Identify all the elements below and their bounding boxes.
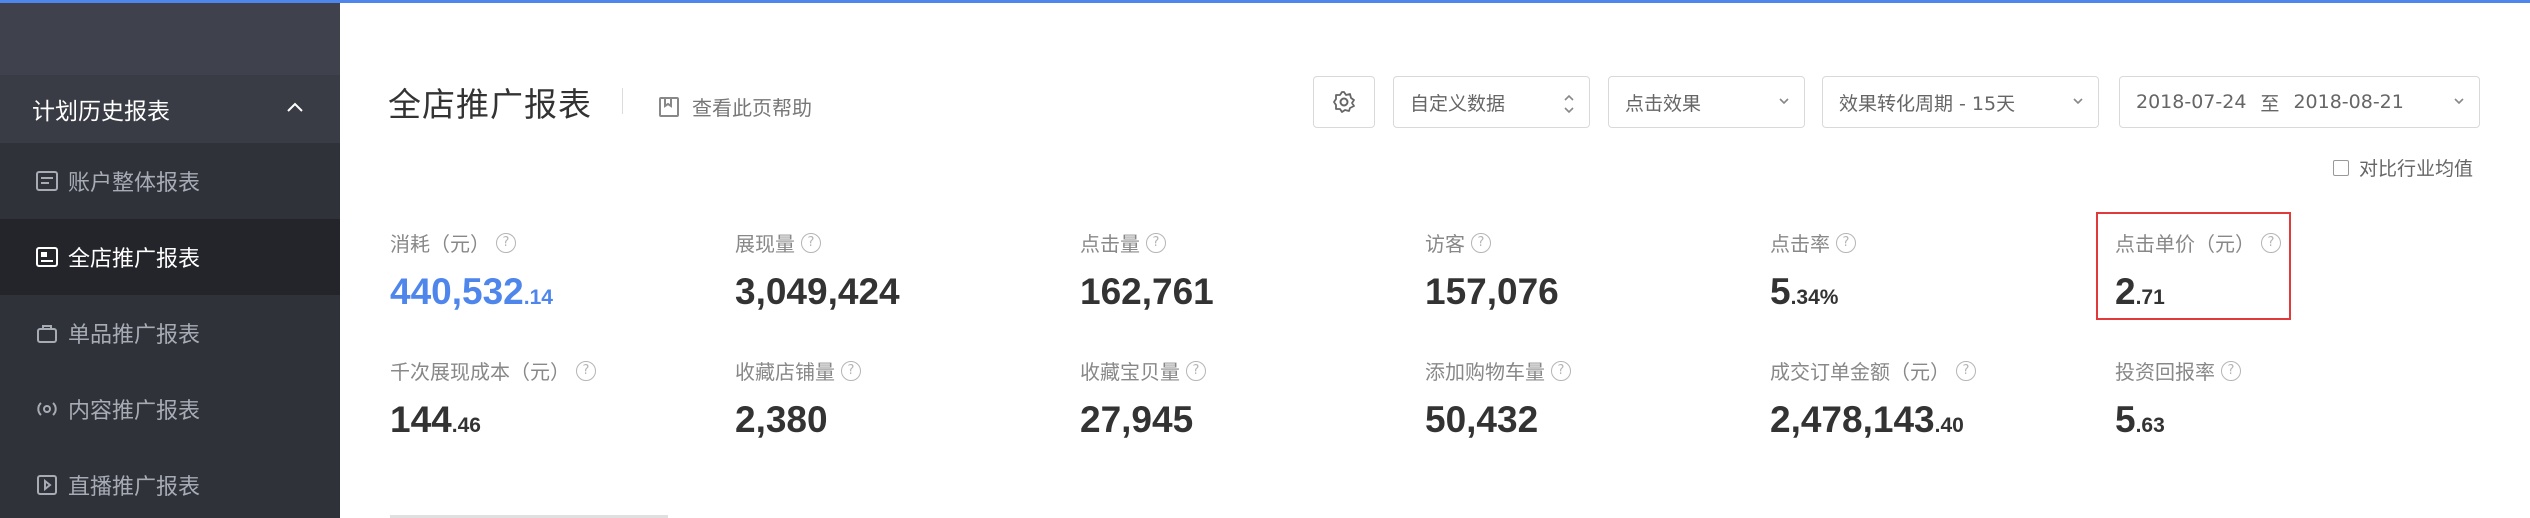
date-separator: 至	[2260, 92, 2280, 115]
date-end: 2018-08-21	[2293, 91, 2404, 113]
click-effect-value: 点击效果	[1625, 92, 1702, 115]
question-icon[interactable]: ?	[1186, 360, 1206, 381]
image-card-icon	[34, 244, 60, 270]
metric-clicks: 点击量? 162,761	[1080, 228, 1214, 313]
help-link-label: 查看此页帮助	[692, 96, 812, 120]
metric-cost: 消耗（元）? 440,532.14	[390, 228, 553, 313]
metric-value: 5.34%	[1770, 271, 1839, 312]
metric-cpm: 千次展现成本（元）? 144.46	[390, 356, 596, 441]
metric-value: 162,761	[1080, 271, 1214, 312]
question-icon[interactable]: ?	[801, 232, 821, 253]
sidebar-group-label: 计划历史报表	[32, 99, 170, 125]
metric-label: 添加购物车量	[1425, 360, 1545, 384]
metric-label: 成交订单金额（元）	[1770, 360, 1950, 384]
question-icon[interactable]: ?	[1146, 232, 1166, 253]
metric-value: 2,380	[735, 399, 828, 440]
metric-value: 5.63	[2115, 399, 2165, 440]
chevron-down-icon	[2454, 98, 2464, 105]
chevron-down-icon	[2073, 98, 2083, 105]
chevron-up-icon	[287, 102, 303, 112]
metric-label: 千次展现成本（元）	[390, 360, 570, 384]
sidebar-submenu: 账户整体报表 全店推广报表 单品推广报表 内容推广报表 直播推广报表	[0, 143, 340, 518]
compare-industry-toggle[interactable]: 对比行业均值	[2333, 154, 2473, 181]
report-icon	[34, 168, 60, 194]
sidebar-item-label: 全店推广报表	[68, 247, 201, 272]
sidebar-item-label: 账户整体报表	[68, 171, 201, 196]
metric-roi: 投资回报率? 5.63	[2115, 356, 2241, 441]
question-icon[interactable]: ?	[496, 232, 516, 253]
metric-label: 点击率	[1770, 232, 1830, 256]
sidebar-item-account-report[interactable]: 账户整体报表	[0, 143, 340, 219]
metric-value: 3,049,424	[735, 271, 900, 312]
conversion-period-value: 效果转化周期 - 15天	[1839, 92, 2016, 115]
question-icon[interactable]: ?	[576, 360, 596, 381]
sidebar-item-single-product-report[interactable]: 单品推广报表	[0, 295, 340, 371]
question-icon[interactable]: ?	[1471, 232, 1491, 253]
settings-button[interactable]	[1313, 76, 1375, 128]
click-effect-select[interactable]: 点击效果	[1608, 76, 1805, 128]
question-icon[interactable]: ?	[2221, 360, 2241, 381]
metric-label: 投资回报率	[2115, 360, 2215, 384]
metric-store-favorites: 收藏店铺量? 2,380	[735, 356, 861, 441]
top-accent-bar	[0, 0, 2530, 3]
highlight-box	[2096, 212, 2291, 320]
metric-label: 展现量	[735, 232, 795, 256]
live-play-icon	[34, 472, 60, 498]
question-icon[interactable]: ?	[1551, 360, 1571, 381]
sidebar-item-live-report[interactable]: 直播推广报表	[0, 447, 340, 518]
metric-value: 157,076	[1425, 271, 1559, 312]
metric-item-favorites: 收藏宝贝量? 27,945	[1080, 356, 1206, 441]
metric-impressions: 展现量? 3,049,424	[735, 228, 900, 313]
book-icon	[658, 96, 680, 118]
page-title: 全店推广报表	[388, 85, 592, 124]
metric-value: 440,532.14	[390, 271, 553, 312]
sidebar-group-plan-history[interactable]: 计划历史报表	[0, 75, 340, 143]
chevron-down-icon	[1779, 98, 1789, 105]
metric-value: 2,478,143.40	[1770, 399, 1964, 440]
metric-ctr: 点击率? 5.34%	[1770, 228, 1856, 313]
bag-icon	[34, 320, 60, 346]
conversion-period-select[interactable]: 效果转化周期 - 15天	[1822, 76, 2099, 128]
date-range-picker[interactable]: 2018-07-24 至 2018-08-21	[2119, 76, 2480, 128]
metric-label: 点击量	[1080, 232, 1140, 256]
title-divider	[622, 88, 623, 114]
metric-label: 消耗（元）	[390, 232, 490, 256]
metric-label: 收藏店铺量	[735, 360, 835, 384]
metric-value: 27,945	[1080, 399, 1194, 440]
metric-value: 50,432	[1425, 399, 1539, 440]
metric-label: 收藏宝贝量	[1080, 360, 1180, 384]
sidebar-item-label: 单品推广报表	[68, 323, 201, 348]
metric-visitors: 访客? 157,076	[1425, 228, 1559, 313]
sort-updown-icon	[1564, 94, 1574, 114]
date-start: 2018-07-24	[2136, 91, 2247, 113]
custom-data-select[interactable]: 自定义数据	[1393, 76, 1590, 128]
sidebar-item-label: 内容推广报表	[68, 399, 201, 424]
question-icon[interactable]: ?	[841, 360, 861, 381]
question-icon[interactable]: ?	[1956, 360, 1976, 381]
sidebar: 计划历史报表 账户整体报表 全店推广报表 单品推广报表 内容推广报表 直播推广报…	[0, 3, 340, 518]
metric-label: 访客	[1425, 232, 1465, 256]
custom-data-value: 自定义数据	[1410, 92, 1506, 115]
help-link[interactable]: 查看此页帮助	[658, 92, 812, 121]
metric-order-amount: 成交订单金额（元）? 2,478,143.40	[1770, 356, 1976, 441]
compare-label: 对比行业均值	[2359, 158, 2474, 180]
broadcast-icon	[34, 396, 60, 422]
sidebar-item-content-report[interactable]: 内容推广报表	[0, 371, 340, 447]
metric-add-to-cart: 添加购物车量? 50,432	[1425, 356, 1571, 441]
sidebar-item-label: 直播推广报表	[68, 475, 201, 500]
compare-checkbox[interactable]	[2333, 159, 2349, 176]
sidebar-item-store-report[interactable]: 全店推广报表	[0, 219, 340, 295]
gear-icon	[1333, 91, 1355, 113]
question-icon[interactable]: ?	[1836, 232, 1856, 253]
metric-value: 144.46	[390, 399, 481, 440]
